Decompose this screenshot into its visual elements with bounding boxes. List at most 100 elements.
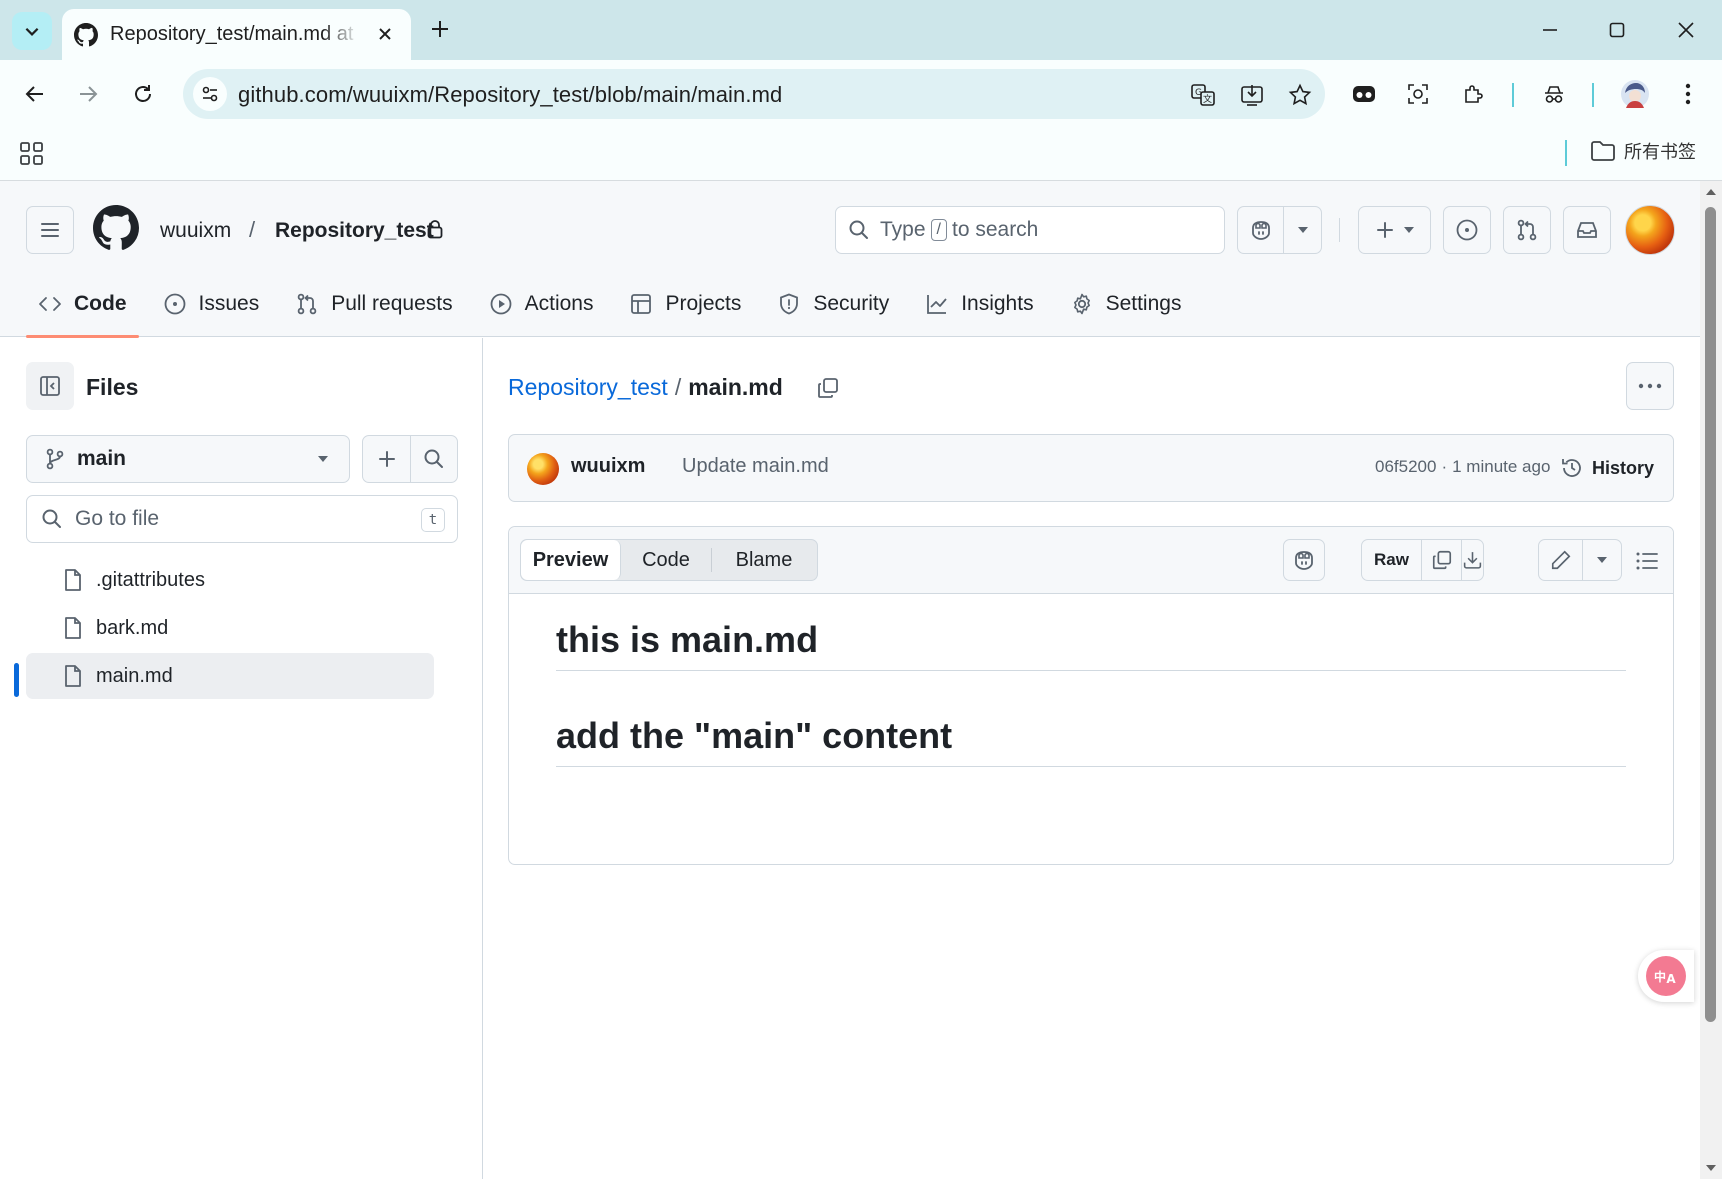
tab-search-button[interactable] xyxy=(12,12,52,50)
copilot-button[interactable] xyxy=(1238,207,1284,253)
repo-nav-projects[interactable]: Projects xyxy=(617,271,753,337)
toolbar-divider xyxy=(1512,83,1514,107)
repo-nav-actions[interactable]: Actions xyxy=(477,271,606,337)
preview-tab[interactable]: Preview xyxy=(521,540,621,580)
translate-page-button[interactable]: G文 xyxy=(1189,81,1217,109)
edit-actions-group xyxy=(1538,539,1622,581)
commit-author-link[interactable]: wuuixm xyxy=(571,455,645,478)
back-button[interactable] xyxy=(16,75,54,113)
browser-menu-button[interactable] xyxy=(1668,74,1708,114)
raw-actions-group: Raw xyxy=(1361,539,1484,581)
repo-nav-security[interactable]: Security xyxy=(765,271,901,337)
commit-author-avatar[interactable] xyxy=(527,453,559,485)
copilot-icon xyxy=(1251,221,1270,240)
url-text[interactable]: github.com/wuuixm/Repository_test/blob/m… xyxy=(238,82,782,108)
owner-link[interactable]: wuuixm xyxy=(160,219,231,243)
install-app-button[interactable] xyxy=(1238,81,1266,109)
file-tree-item[interactable]: main.md xyxy=(26,653,434,699)
user-avatar[interactable] xyxy=(1625,205,1675,255)
shield-icon xyxy=(777,292,801,316)
branch-selector[interactable]: main xyxy=(26,435,350,483)
tune-icon xyxy=(202,86,218,102)
search-prefix-text: Type xyxy=(880,218,926,241)
create-new-button[interactable] xyxy=(1358,206,1431,254)
list-unordered-icon xyxy=(1636,552,1658,570)
repo-nav-pull-requests[interactable]: Pull requests xyxy=(283,271,464,337)
address-bar[interactable]: github.com/wuuixm/Repository_test/blob/m… xyxy=(183,69,1325,119)
repo-nav-label: Code xyxy=(74,292,127,315)
open-global-nav-button[interactable] xyxy=(26,206,74,254)
search-icon xyxy=(424,449,443,468)
scrollbar-thumb[interactable] xyxy=(1705,207,1716,1022)
site-info-button[interactable] xyxy=(193,77,227,111)
reload-button[interactable] xyxy=(124,75,162,113)
extensions-button[interactable] xyxy=(1454,74,1494,114)
outline-button[interactable] xyxy=(1629,543,1665,579)
apps-button[interactable] xyxy=(18,140,46,168)
page-scrollbar[interactable] xyxy=(1700,181,1722,1179)
file-tree-item[interactable]: .gitattributes xyxy=(26,557,434,603)
commit-message-link[interactable]: Update main.md xyxy=(682,455,829,478)
commit-sha-link[interactable]: 06f5200 xyxy=(1375,457,1436,477)
file-name: main.md xyxy=(96,664,173,687)
go-to-file-input[interactable]: Go to file t xyxy=(26,495,458,543)
blame-tab[interactable]: Blame xyxy=(712,540,816,580)
git-pull-request-icon xyxy=(1517,219,1537,241)
plus-icon xyxy=(378,451,395,467)
active-tab[interactable]: Repository_test/main.md at main xyxy=(62,9,411,60)
repo-name-link[interactable]: Repository_test xyxy=(275,219,434,243)
apps-grid-icon xyxy=(20,142,43,165)
repo-nav-code[interactable]: Code xyxy=(26,271,139,338)
tab-close-button[interactable] xyxy=(373,22,397,46)
repo-nav-issues[interactable]: Issues xyxy=(151,271,272,337)
edit-dropdown-button[interactable] xyxy=(1583,540,1621,580)
collapse-file-tree-button[interactable] xyxy=(26,362,74,410)
add-file-button[interactable] xyxy=(363,436,411,482)
all-bookmarks-button[interactable]: 所有书签 xyxy=(1590,138,1696,164)
more-options-button[interactable] xyxy=(1626,362,1674,410)
history-label: History xyxy=(1592,457,1655,478)
screenshot-button[interactable] xyxy=(1398,74,1438,114)
view-mode-toggle: Preview Code Blame xyxy=(520,539,818,581)
github-home-link[interactable] xyxy=(93,205,139,251)
code-icon xyxy=(38,292,62,316)
lock-icon xyxy=(426,219,444,239)
forward-button[interactable] xyxy=(69,75,107,113)
incognito-button[interactable] xyxy=(1534,74,1574,114)
bookmark-star-button[interactable] xyxy=(1286,81,1314,109)
search-files-button[interactable] xyxy=(411,436,457,482)
copilot-file-button[interactable] xyxy=(1283,539,1325,581)
pull-requests-shortcut-button[interactable] xyxy=(1503,206,1551,254)
maximize-button[interactable] xyxy=(1593,10,1641,50)
close-window-button[interactable] xyxy=(1662,10,1710,50)
copilot-dropdown-button[interactable] xyxy=(1284,207,1322,253)
svg-text:中: 中 xyxy=(1654,969,1666,984)
download-button[interactable] xyxy=(1462,540,1483,580)
screenshot-icon xyxy=(1408,84,1428,104)
repo-nav: Code Issues Pull requests Actions Projects Se… xyxy=(26,271,1205,338)
translate-fab-icon: 中A xyxy=(1646,956,1686,996)
edit-file-button[interactable] xyxy=(1539,540,1583,580)
code-tab[interactable]: Code xyxy=(621,540,711,580)
repo-nav-settings[interactable]: Settings xyxy=(1058,271,1194,337)
repo-nav-insights[interactable]: Insights xyxy=(913,271,1045,337)
new-tab-button[interactable] xyxy=(425,14,455,44)
global-search-input[interactable]: Type / to search xyxy=(835,206,1225,254)
issues-shortcut-button[interactable] xyxy=(1443,206,1491,254)
copy-raw-button[interactable] xyxy=(1422,540,1462,580)
incognito-icon xyxy=(1545,86,1563,103)
raw-button[interactable]: Raw xyxy=(1362,540,1422,580)
arrow-right-icon xyxy=(80,86,98,102)
breadcrumb-repo-link[interactable]: Repository_test xyxy=(508,374,668,401)
copy-path-button[interactable] xyxy=(812,372,844,404)
repo-nav-label: Insights xyxy=(961,292,1034,315)
inbox-icon xyxy=(1577,222,1597,238)
file-tree-item[interactable]: bark.md xyxy=(26,605,434,651)
close-icon xyxy=(1678,22,1694,38)
minimize-button[interactable] xyxy=(1526,10,1574,50)
extension-button[interactable] xyxy=(1344,74,1384,114)
notifications-inbox-button[interactable] xyxy=(1563,206,1611,254)
profile-button[interactable] xyxy=(1615,74,1655,114)
history-button[interactable]: History xyxy=(1552,451,1662,485)
translate-floating-button[interactable]: 中A xyxy=(1638,950,1694,1002)
